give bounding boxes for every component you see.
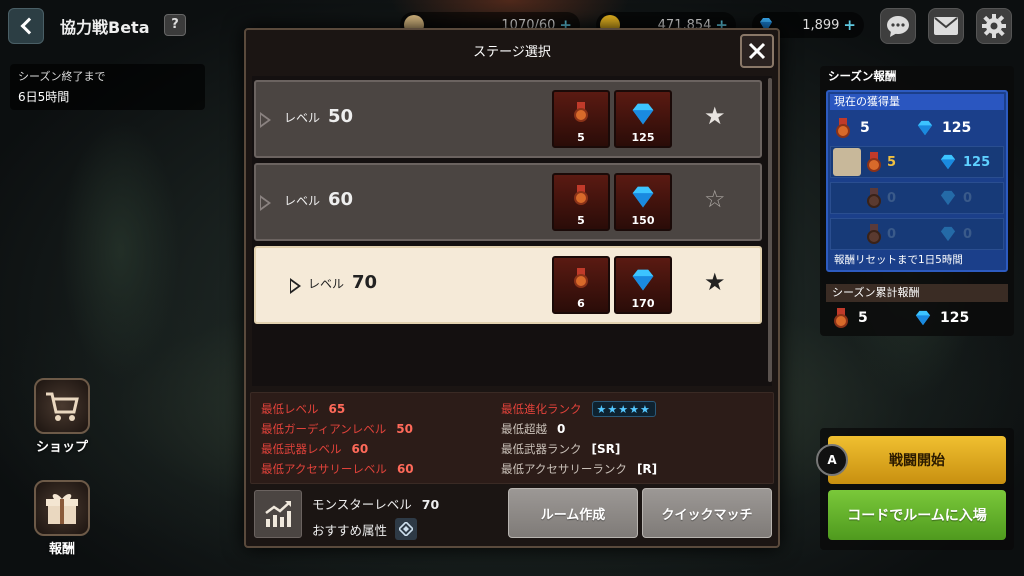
- help-button[interactable]: ?: [164, 14, 186, 36]
- gem-icon: [632, 103, 654, 125]
- gem-reward: 150: [614, 173, 672, 231]
- gem-reward: 125: [614, 90, 672, 148]
- current-rewards-label: 現在の獲得量: [830, 94, 1004, 110]
- season-timer-value: 6日5時間: [18, 90, 70, 104]
- stage-row-level-60[interactable]: レベル 60 5 150 ☆: [254, 163, 762, 241]
- shop-label: ショップ: [35, 440, 88, 455]
- stage-row-level-50[interactable]: レベル 50 5 125 ★: [254, 80, 762, 158]
- empty-player-slot: 0 0: [830, 182, 1004, 214]
- stage-select-modal: ステージ選択 レベル 50 5 125 ★ レベル 60 5 150 ☆ レベル…: [244, 28, 780, 548]
- gem-icon: [915, 310, 931, 326]
- req-min-accessory-rank: 最低アクセサリーランク [R]: [501, 462, 658, 476]
- stage-level: レベル 70: [308, 272, 378, 293]
- season-timer: シーズン終了まで 6日5時間: [10, 64, 205, 110]
- gem-reward: 170: [614, 256, 672, 314]
- attribute-icon: [395, 518, 418, 540]
- medal-icon: [574, 185, 588, 205]
- stage-level: レベル 50: [284, 106, 354, 127]
- chevron-left-icon: [20, 17, 37, 35]
- current-rewards: 現在の獲得量 5 125 5 125 0 0 0 0 報酬リセットまで1日5時間: [826, 90, 1008, 272]
- cumulative-rewards: 5 125: [826, 304, 1008, 332]
- stage-row-level-70[interactable]: レベル 70 6 170 ★: [254, 246, 762, 324]
- add-gem-icon: +: [843, 16, 856, 34]
- mail-button[interactable]: [928, 8, 964, 44]
- modal-title: ステージ選択: [473, 44, 551, 60]
- chat-button[interactable]: [880, 8, 916, 44]
- mail-icon: [934, 17, 958, 35]
- medal-icon: [836, 118, 850, 138]
- shopping-cart-icon: [34, 378, 90, 434]
- medal-icon: [867, 188, 881, 208]
- season-timer-label: シーズン終了まで: [18, 70, 106, 83]
- page-title: 協力戦Beta: [60, 18, 150, 37]
- background-statue-left: [60, 120, 180, 380]
- gem-icon: [917, 120, 933, 136]
- reward-reset-timer: 報酬リセットまで1日5時間: [834, 254, 963, 266]
- req-min-weapon-level: 最低武器レベル 60: [261, 442, 369, 456]
- gift-box-icon: [34, 480, 90, 536]
- req-min-weapon-rank: 最低武器ランク [SR]: [501, 442, 621, 456]
- medal-icon: [834, 308, 848, 328]
- star-outline-icon: ☆: [704, 185, 726, 213]
- gem-icon: [632, 269, 654, 291]
- stage-list-scrollbar[interactable]: [768, 78, 772, 382]
- gear-icon: [982, 14, 1006, 38]
- medal-icon: [867, 224, 881, 244]
- trend-chart-icon: [265, 501, 291, 527]
- gem-icon: [940, 154, 956, 170]
- star-icon: ★: [704, 102, 726, 130]
- medal-icon: [574, 102, 588, 122]
- join-by-code-button[interactable]: コードでルームに入場: [828, 490, 1006, 540]
- medal-reward: 5: [552, 90, 610, 148]
- chat-bubble-icon: [887, 16, 909, 37]
- stage-level: レベル 60: [284, 189, 354, 210]
- create-room-button[interactable]: ルーム作成: [508, 488, 638, 538]
- season-reward-panel: シーズン報酬 現在の獲得量 5 125 5 125 0 0 0 0 報酬リセット…: [820, 66, 1014, 336]
- rank-stars-icon: ★★★★★: [591, 401, 656, 417]
- medal-reward: 5: [552, 173, 610, 231]
- gem-icon: [632, 186, 654, 208]
- gem-icon: [940, 190, 956, 206]
- recommended-attribute: おすすめ属性: [312, 518, 418, 540]
- quick-match-button[interactable]: クイックマッチ: [642, 488, 772, 538]
- req-min-evolution-rank: 最低進化ランク ★★★★★: [501, 401, 656, 417]
- modal-footer: モンスターレベル 70 おすすめ属性 ルーム作成 クイックマッチ: [250, 486, 774, 544]
- close-icon: [748, 42, 766, 60]
- stage-list[interactable]: レベル 50 5 125 ★ レベル 60 5 150 ☆ レベル 70 6 1…: [252, 76, 772, 386]
- season-reward-title: シーズン報酬: [828, 69, 897, 83]
- reward-label: 報酬: [48, 542, 75, 557]
- medal-reward: 6: [552, 256, 610, 314]
- current-reward-total: 5 125: [830, 112, 1004, 144]
- reward-button[interactable]: 報酬: [22, 480, 102, 560]
- a-key-hint: A: [816, 444, 848, 476]
- cumulative-rewards-label: シーズン累計報酬: [826, 284, 1008, 302]
- player-reward-row: 5 125: [830, 146, 1004, 178]
- req-min-transcend: 最低超越 0: [501, 422, 566, 436]
- req-min-guardian-level: 最低ガーディアンレベル 50: [261, 422, 413, 436]
- star-icon: ★: [704, 268, 726, 296]
- requirements-panel: 最低レベル 65 最低ガーディアンレベル 50 最低武器レベル 60 最低アクセサリー…: [250, 392, 774, 484]
- start-battle-button[interactable]: 戦闘開始: [828, 436, 1006, 484]
- req-min-accessory-level: 最低アクセサリーレベル 60: [261, 462, 414, 476]
- monster-level: モンスターレベル 70: [312, 497, 440, 512]
- req-min-level: 最低レベル 65: [261, 402, 346, 416]
- settings-button[interactable]: [976, 8, 1012, 44]
- medal-icon: [867, 152, 881, 172]
- shop-button[interactable]: ショップ: [22, 378, 102, 458]
- empty-player-slot: 0 0: [830, 218, 1004, 250]
- player-avatar: [833, 148, 861, 176]
- gem-icon: [940, 226, 956, 242]
- back-button[interactable]: [8, 8, 44, 44]
- monster-stats-button[interactable]: [254, 490, 302, 538]
- close-button[interactable]: [740, 34, 774, 68]
- medal-icon: [574, 268, 588, 288]
